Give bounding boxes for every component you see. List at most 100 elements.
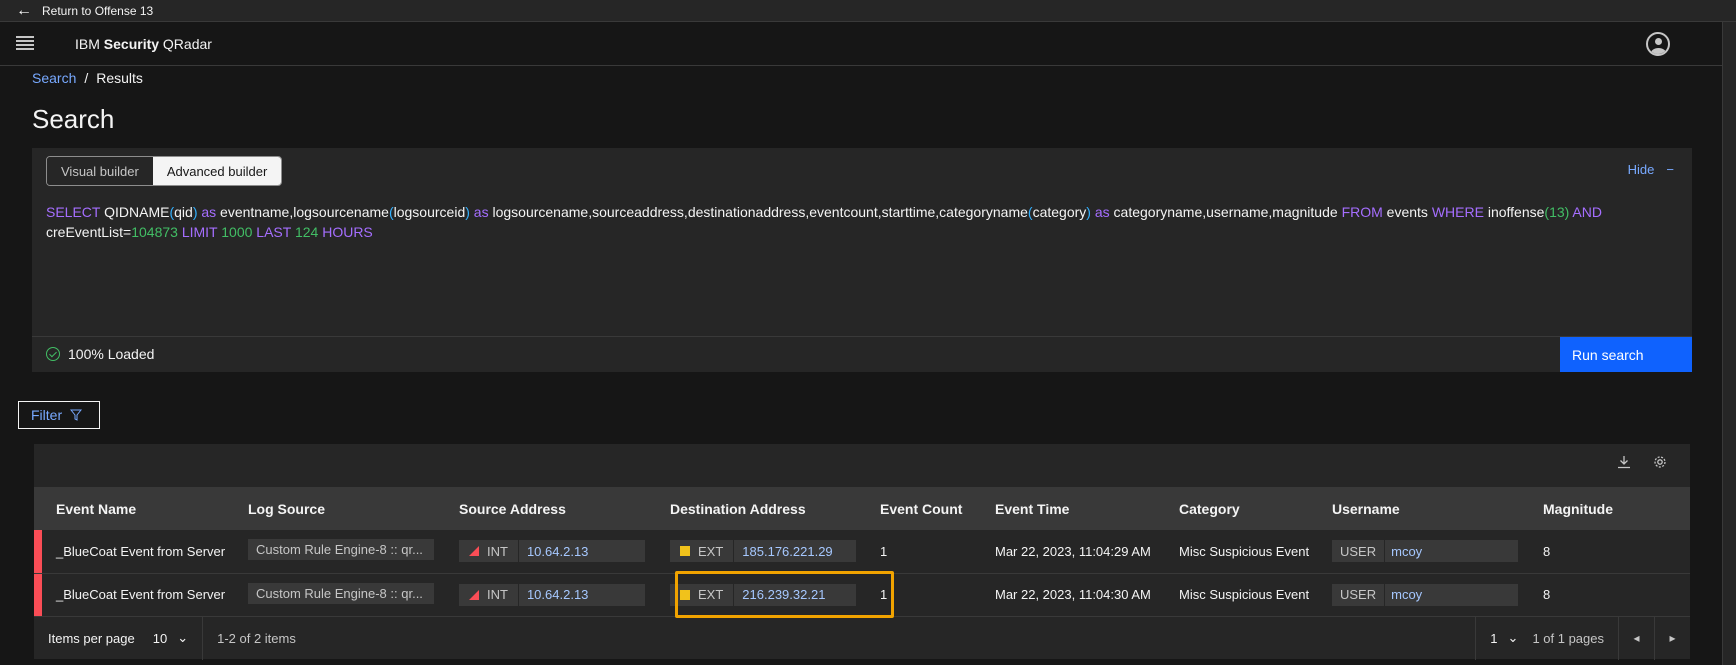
caret-right-icon: ▸ [1669,631,1676,645]
items-per-page-value: 10 [152,630,168,646]
query-panel: Visual builder Advanced builder Hide − S… [32,148,1692,372]
table-toolbar [1616,454,1668,470]
username-chip[interactable]: USER mcoy [1332,540,1518,563]
caret-left-icon: ◂ [1633,631,1640,645]
q-token: 104873 [131,224,178,240]
pagination-right: 1 ⌄ 1 of 1 pages ◂ ▸ [1475,616,1690,660]
source-address-chip[interactable]: INT 10.64.2.13 [459,540,645,563]
q-token: as [469,204,489,220]
q-token: qid [174,204,193,220]
q-token: events [1382,204,1432,220]
header-source-address[interactable]: Source Address [437,487,648,530]
internal-triangle-icon [469,546,479,557]
header-username[interactable]: Username [1310,487,1521,530]
next-page-button[interactable]: ▸ [1654,616,1690,660]
src-tag: INT [459,540,519,563]
cell-destination-address: EXT 185.176.221.29 [648,530,858,573]
hide-query-button[interactable]: Hide − [1628,162,1674,177]
q-token: as [1090,204,1110,220]
page-select[interactable]: 1 ⌄ [1475,616,1532,660]
page-value: 1 [1490,630,1498,646]
cell-username: USER mcoy [1310,573,1521,616]
log-source-chip[interactable]: Custom Rule Engine-8 :: qr... [248,539,434,561]
cell-category: Misc Suspicious Event [1179,543,1310,559]
chevron-down-icon: ⌄ [177,630,189,645]
breadcrumb-search-link[interactable]: Search [32,70,76,86]
breadcrumb-current: Results [96,70,143,86]
visual-builder-tab[interactable]: Visual builder [47,157,153,185]
cell-magnitude: 8 [1543,543,1551,559]
header-event-time[interactable]: Event Time [973,487,1157,530]
q-token: SELECT [46,204,101,220]
settings-gear-icon[interactable] [1652,454,1668,470]
minus-icon: − [1666,162,1674,177]
user-value: mcoy [1391,587,1423,602]
log-source-chip[interactable]: Custom Rule Engine-8 :: qr... [248,582,434,604]
table-row[interactable]: _BlueCoat Event from Server Custom Rule … [34,573,1690,616]
run-search-button[interactable]: Run search [1560,337,1692,372]
table-row[interactable]: _BlueCoat Event from Server Custom Rule … [34,530,1690,573]
advanced-builder-tab[interactable]: Advanced builder [152,157,282,185]
q-token: HOURS [318,224,373,240]
dst-tag: EXT [670,540,735,563]
filter-button[interactable]: Filter [18,401,100,429]
src-tag-label: INT [487,587,508,602]
load-status: 100% Loaded [46,346,154,362]
cell-category: Misc Suspicious Event [1179,587,1310,602]
header-magnitude[interactable]: Magnitude [1521,487,1690,530]
cell-event-name: _BlueCoat Event from Server [34,530,226,573]
destination-address-chip[interactable]: EXT 216.239.32.21 [670,583,856,606]
src-ip: 10.64.2.13 [526,543,589,559]
user-tag: USER [1332,583,1386,606]
cell-log-source: Custom Rule Engine-8 :: qr... [226,573,437,616]
aql-query-editor[interactable]: SELECT QIDNAME(qid) as eventname,logsour… [46,202,1686,242]
download-icon[interactable] [1616,454,1632,470]
source-address-chip[interactable]: INT 10.64.2.13 [459,583,645,606]
q-token: LIMIT [177,224,218,240]
cell-log-source: Custom Rule Engine-8 :: qr... [226,530,437,573]
page-scrollbar[interactable] [1722,22,1736,665]
user-avatar-icon[interactable] [1646,32,1670,56]
arrow-left-icon: ← [16,2,32,19]
header-event-count[interactable]: Event Count [858,487,973,530]
q-token: WHERE [1431,204,1484,220]
src-tag: INT [459,583,519,606]
builder-switcher: Visual builder Advanced builder [46,156,283,186]
username-chip[interactable]: USER mcoy [1332,583,1518,606]
user-tag: USER [1332,540,1386,563]
chevron-down-icon: ⌄ [1507,630,1519,645]
q-token: creEventList= [46,224,132,240]
filter-label: Filter [31,407,63,423]
header-log-source[interactable]: Log Source [226,487,437,530]
q-token: category [1032,204,1087,220]
items-per-page-select[interactable]: 10 ⌄ [152,616,204,660]
pagination: Items per page 10 ⌄ 1-2 of 2 items 1 ⌄ 1 o… [34,616,1690,660]
dst-tag: EXT [670,583,735,606]
header-event-name[interactable]: Event Name [34,487,226,530]
q-token: logsourcename,sourceaddress,destinationa… [488,204,1028,220]
q-token: 124 [291,224,319,240]
external-square-icon [680,546,690,557]
q-token: (13) [1544,204,1570,220]
dst-tag-label: EXT [698,587,724,602]
brand-bold: Security [103,36,160,52]
cell-event-name: _BlueCoat Event from Server [34,573,226,616]
cell-username: USER mcoy [1310,530,1521,573]
q-token: LAST [252,224,292,240]
return-to-offense-link[interactable]: ← Return to Offense 13 [0,0,200,22]
q-token: eventname,logsourcename [216,204,389,220]
header-category[interactable]: Category [1157,487,1310,530]
return-label: Return to Offense 13 [42,4,154,18]
filter-icon [70,409,83,421]
results-table: Event Name Log Source Source Address Des… [34,487,1690,617]
previous-page-button[interactable]: ◂ [1618,616,1654,660]
q-token: logsourceid [393,204,466,220]
brand-suffix: QRadar [159,36,212,52]
hamburger-menu-icon[interactable] [16,34,34,52]
destination-address-chip[interactable]: EXT 185.176.221.29 [670,540,856,563]
q-token: inoffense [1483,204,1545,220]
dst-ip: 185.176.221.29 [742,543,833,559]
header-destination-address[interactable]: Destination Address [648,487,858,530]
breadcrumb-separator: / [84,70,89,86]
checkmark-circle-icon [46,347,60,361]
